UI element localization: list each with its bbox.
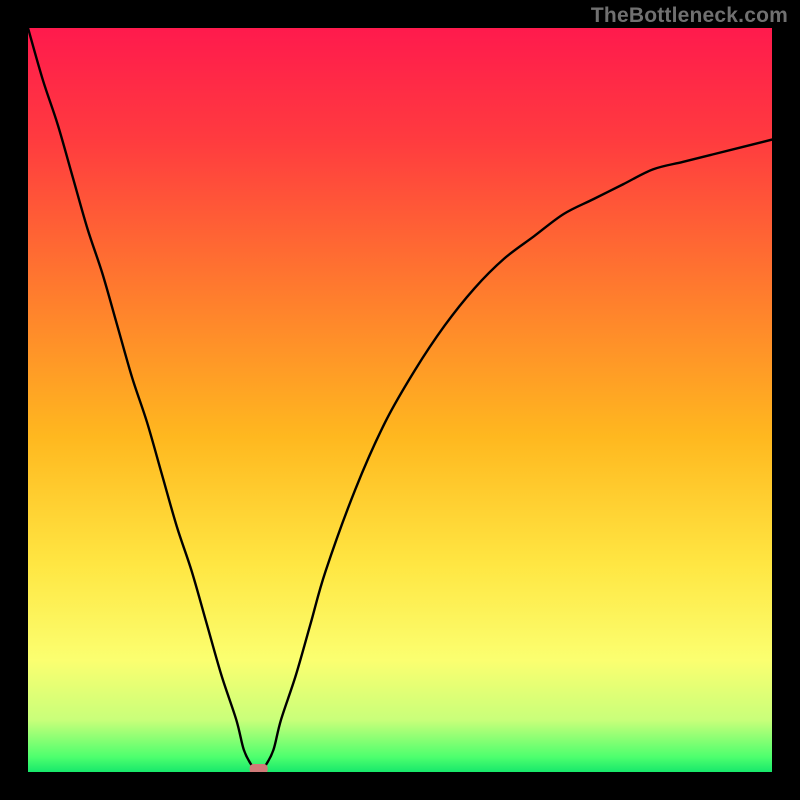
chart-frame: TheBottleneck.com xyxy=(0,0,800,800)
chart-plot xyxy=(28,28,772,772)
watermark-text: TheBottleneck.com xyxy=(591,4,788,28)
min-marker xyxy=(250,764,268,772)
